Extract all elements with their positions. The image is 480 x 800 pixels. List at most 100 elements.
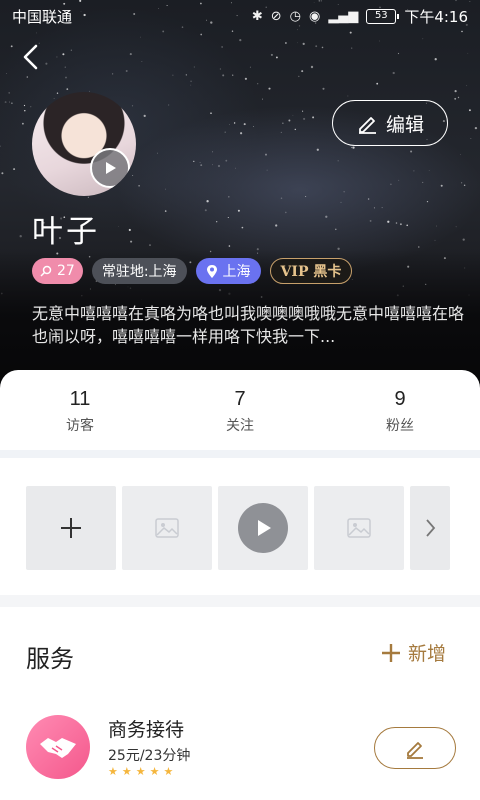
female-icon xyxy=(40,265,52,277)
chevron-left-icon xyxy=(23,44,38,70)
star-dot xyxy=(463,184,466,187)
star-dot xyxy=(206,200,209,203)
star-dot xyxy=(128,228,131,232)
star-dot xyxy=(369,219,372,222)
service-item[interactable]: 商务接待 25元/23分钟 ★★★★★ xyxy=(26,713,456,783)
star-dot xyxy=(10,45,13,48)
services-title: 服务 xyxy=(26,645,74,673)
stat-value: 9 xyxy=(394,388,406,410)
star-dot xyxy=(294,128,297,131)
star-dot xyxy=(130,240,133,243)
star-dot xyxy=(157,152,158,154)
stat-visitors[interactable]: 11 访客 xyxy=(0,370,160,450)
star-dot xyxy=(335,228,337,231)
back-button[interactable] xyxy=(14,40,48,74)
media-more-button[interactable] xyxy=(410,486,450,570)
star-dot xyxy=(387,220,390,223)
media-photo-tile[interactable] xyxy=(314,486,404,570)
plus-icon xyxy=(61,518,81,538)
add-media-button[interactable] xyxy=(26,486,116,570)
star-dot xyxy=(390,183,392,186)
edit-service-button[interactable] xyxy=(374,727,456,769)
star-dot xyxy=(288,119,291,122)
signal-icon: ▂▄▆ xyxy=(328,8,359,24)
star-dot xyxy=(235,167,236,169)
star-dot xyxy=(111,73,114,75)
star-dot xyxy=(337,160,339,162)
star-dot xyxy=(351,147,353,149)
star-dot xyxy=(265,153,267,156)
star-dot xyxy=(36,32,38,34)
image-icon xyxy=(347,518,371,538)
media-photo-tile[interactable] xyxy=(122,486,212,570)
star-dot xyxy=(237,209,240,212)
star-dot xyxy=(422,38,424,40)
service-price: 25元/23分钟 xyxy=(108,748,191,764)
alarm-icon: ◷ xyxy=(289,8,301,24)
star-dot xyxy=(457,96,460,99)
stat-label: 关注 xyxy=(226,418,254,434)
star-dot xyxy=(340,201,342,203)
star-dot xyxy=(343,191,345,193)
star-dot xyxy=(454,97,457,100)
stat-label: 粉丝 xyxy=(386,418,414,434)
age-tag: 27 xyxy=(32,258,83,284)
star-dot xyxy=(8,101,10,103)
stat-value: 7 xyxy=(234,388,246,410)
star-dot xyxy=(204,209,207,212)
star-dot xyxy=(275,224,278,227)
star-icon: ★ xyxy=(135,765,150,778)
star-dot xyxy=(8,92,11,94)
star-dot xyxy=(225,159,228,162)
star-dot xyxy=(367,198,370,200)
media-video-tile[interactable] xyxy=(218,486,308,570)
star-dot xyxy=(399,223,402,226)
image-icon xyxy=(155,518,179,538)
star-dot xyxy=(125,70,128,72)
star-dot xyxy=(297,42,298,44)
star-dot xyxy=(440,184,443,187)
star-dot xyxy=(461,182,463,184)
star-dot xyxy=(454,90,457,93)
plus-icon xyxy=(382,643,400,662)
star-dot xyxy=(262,98,264,100)
stat-following[interactable]: 7 关注 xyxy=(160,370,320,450)
play-icon xyxy=(258,520,271,536)
age-value: 27 xyxy=(57,263,75,279)
vip-badge: VIP 黑卡 xyxy=(269,258,353,284)
star-dot xyxy=(243,123,246,126)
star-dot xyxy=(373,207,375,209)
star-dot xyxy=(352,146,355,149)
star-dot xyxy=(1,172,4,175)
pencil-icon xyxy=(358,117,376,134)
star-dot xyxy=(224,131,226,133)
star-dot xyxy=(275,56,278,59)
star-dot xyxy=(66,88,69,90)
carrier-label: 中国联通 xyxy=(12,7,73,26)
star-dot xyxy=(398,179,400,181)
star-dot xyxy=(325,215,328,218)
star-dot xyxy=(26,76,29,78)
stat-fans[interactable]: 9 粉丝 xyxy=(320,370,480,450)
star-dot xyxy=(434,58,437,61)
star-dot xyxy=(233,122,236,124)
star-dot xyxy=(428,170,430,171)
star-dot xyxy=(216,221,218,223)
avatar-video-play-button[interactable] xyxy=(90,148,130,188)
avatar[interactable] xyxy=(32,92,136,196)
star-dot xyxy=(11,102,13,105)
battery-indicator: 53 xyxy=(366,8,400,24)
star-dot xyxy=(305,196,307,197)
star-dot xyxy=(221,46,223,48)
eye-icon: ◉ xyxy=(308,8,321,24)
service-name: 商务接待 xyxy=(108,719,185,741)
add-service-button[interactable]: 新增 xyxy=(380,639,446,666)
star-dot xyxy=(239,39,242,42)
bluetooth-icon: ✱ xyxy=(251,8,263,24)
star-dot xyxy=(302,42,305,46)
star-dot xyxy=(422,181,424,183)
video-play-button[interactable] xyxy=(238,503,288,553)
star-dot xyxy=(138,185,140,187)
edit-profile-button[interactable]: 编辑 xyxy=(332,100,448,146)
stat-value: 11 xyxy=(69,388,91,410)
